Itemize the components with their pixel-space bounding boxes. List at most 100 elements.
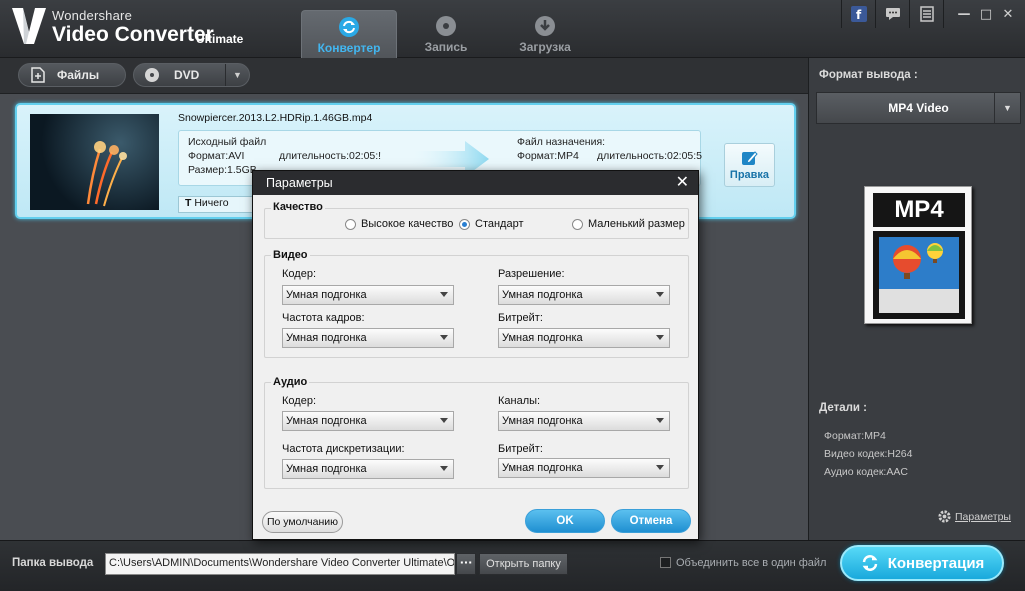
output-format-select[interactable]: MP4 Video ▼ bbox=[816, 92, 1021, 124]
dialog-title: Параметры bbox=[253, 171, 698, 195]
thumbnail-image bbox=[86, 141, 127, 207]
title-bar: Wondershare Video Converter Ultimate Кон… bbox=[0, 0, 1025, 58]
chat-icon[interactable] bbox=[875, 0, 909, 28]
tab-record[interactable]: Запись bbox=[398, 10, 494, 58]
detail-audio-codec: Аудио кодек:AAC bbox=[824, 466, 908, 478]
output-path-field[interactable]: C:\Users\ADMIN\Documents\Wondershare Vid… bbox=[105, 553, 455, 575]
tab-label: Конвертер bbox=[317, 41, 381, 55]
cancel-button[interactable]: Отмена bbox=[611, 509, 691, 533]
tab-label: Запись bbox=[424, 40, 468, 54]
chevron-down-icon bbox=[440, 466, 448, 471]
facebook-icon[interactable]: f bbox=[841, 0, 875, 28]
chevron-down-icon bbox=[656, 418, 664, 423]
radio-icon bbox=[572, 218, 583, 230]
add-file-icon bbox=[31, 67, 45, 83]
merge-checkbox[interactable] bbox=[660, 557, 671, 568]
close-icon[interactable]: ✕ bbox=[997, 0, 1019, 28]
bottom-bar: Папка вывода C:\Users\ADMIN\Documents\Wo… bbox=[0, 540, 1025, 591]
subtitle-icon: T bbox=[185, 197, 195, 209]
channels-select[interactable]: Умная подгонка bbox=[498, 411, 670, 431]
reset-default-button[interactable]: По умолчанию bbox=[262, 511, 343, 533]
edit-icon bbox=[741, 151, 758, 165]
maximize-icon[interactable]: □ bbox=[975, 0, 997, 28]
audio-group: Аудио Кодер: Умная подгонка Каналы: Умна… bbox=[264, 376, 689, 489]
chevron-down-icon bbox=[656, 465, 664, 470]
close-icon[interactable]: ✕ bbox=[676, 172, 689, 191]
merge-label: Объединить все в один файл bbox=[676, 557, 827, 569]
format-icon-text: MP4 bbox=[873, 193, 965, 227]
video-codec-select[interactable]: Умная подгонка bbox=[282, 285, 454, 305]
load-dvd-label: DVD bbox=[174, 68, 200, 82]
brand-edition: Ultimate bbox=[196, 32, 244, 46]
settings-dialog: Параметры ✕ Качество Высокое качество Ст… bbox=[252, 170, 699, 540]
video-group: Видео Кодер: Умная подгонка Разрешение: … bbox=[264, 249, 689, 358]
separator bbox=[943, 0, 953, 28]
tab-label: Загрузка bbox=[519, 40, 571, 54]
browse-button[interactable]: ··· bbox=[456, 553, 476, 575]
tab-converter[interactable]: Конвертер bbox=[301, 10, 397, 58]
framerate-label: Частота кадров: bbox=[282, 312, 365, 324]
ok-button[interactable]: OK bbox=[525, 509, 605, 533]
disc-icon bbox=[436, 16, 456, 36]
format-preview: MP4 bbox=[864, 186, 972, 324]
dest-duration: длительность:02:05:5 bbox=[597, 150, 703, 162]
quality-high-radio[interactable]: Высокое качество bbox=[345, 218, 453, 230]
brand-vendor: Wondershare bbox=[52, 8, 133, 23]
settings-link[interactable]: Параметры bbox=[955, 511, 1011, 523]
dest-format: Формат:MP4 bbox=[517, 150, 579, 162]
toolbar: Файлы DVD ▼ bbox=[0, 58, 808, 94]
edit-button[interactable]: Правка bbox=[724, 143, 775, 187]
film-balloon-icon bbox=[873, 231, 965, 319]
output-format-label: Формат вывода : bbox=[819, 69, 918, 81]
quality-group: Качество Высокое качество Стандарт Мален… bbox=[264, 201, 689, 239]
top-right-controls: f — □ ✕ bbox=[841, 0, 1025, 28]
minimize-icon[interactable]: — bbox=[953, 0, 975, 28]
gear-icon[interactable] bbox=[937, 509, 952, 524]
wondershare-logo-icon bbox=[12, 8, 46, 44]
chevron-down-icon[interactable]: ▼ bbox=[994, 93, 1020, 123]
video-codec-label: Кодер: bbox=[282, 268, 316, 280]
radio-label: Высокое качество bbox=[361, 218, 454, 230]
load-dvd-button[interactable]: DVD ▼ bbox=[133, 63, 250, 87]
select-value: Умная подгонка bbox=[286, 463, 367, 475]
quality-standard-radio[interactable]: Стандарт bbox=[459, 218, 524, 230]
audio-bitrate-select[interactable]: Умная подгонка bbox=[498, 458, 670, 478]
add-files-button[interactable]: Файлы bbox=[18, 63, 126, 87]
dest-title: Файл назначения: bbox=[517, 136, 606, 148]
chevron-down-icon[interactable]: ▼ bbox=[225, 64, 249, 86]
details-label: Детали : bbox=[819, 402, 868, 414]
convert-button[interactable]: Конвертация bbox=[840, 545, 1004, 581]
channels-label: Каналы: bbox=[498, 395, 541, 407]
subtitle-select[interactable]: T Ничего bbox=[178, 196, 256, 213]
tab-download[interactable]: Загрузка bbox=[497, 10, 593, 58]
file-name: Snowpiercer.2013.L2.HDRip.1.46GB.mp4 bbox=[178, 112, 373, 124]
quality-title: Качество bbox=[271, 201, 325, 213]
select-value: Умная подгонка bbox=[502, 289, 583, 301]
select-value: Умная подгонка bbox=[502, 415, 583, 427]
source-size: Размер:1.5GB bbox=[188, 164, 257, 176]
chevron-down-icon bbox=[440, 292, 448, 297]
framerate-select[interactable]: Умная подгонка bbox=[282, 328, 454, 348]
svg-text:f: f bbox=[856, 8, 862, 22]
chevron-down-icon bbox=[656, 335, 664, 340]
audio-codec-select[interactable]: Умная подгонка bbox=[282, 411, 454, 431]
resolution-label: Разрешение: bbox=[498, 268, 565, 280]
chevron-down-icon bbox=[656, 292, 664, 297]
radio-label: Маленький размер bbox=[588, 218, 685, 230]
download-icon bbox=[535, 16, 555, 36]
samplerate-select[interactable]: Умная подгонка bbox=[282, 459, 454, 479]
video-bitrate-select[interactable]: Умная подгонка bbox=[498, 328, 670, 348]
edit-label: Правка bbox=[729, 169, 770, 181]
output-folder-label: Папка вывода bbox=[12, 557, 94, 569]
quality-small-radio[interactable]: Маленький размер bbox=[572, 218, 685, 230]
open-folder-button[interactable]: Открыть папку bbox=[479, 553, 568, 575]
convert-label: Конвертация bbox=[887, 554, 985, 572]
source-format: Формат:AVI bbox=[188, 150, 245, 162]
resolution-select[interactable]: Умная подгонка bbox=[498, 285, 670, 305]
subtitle-value: Ничего bbox=[194, 197, 229, 209]
detail-format: Формат:MP4 bbox=[824, 430, 886, 442]
menu-icon[interactable] bbox=[909, 0, 943, 28]
chevron-down-icon bbox=[440, 335, 448, 340]
dvd-icon bbox=[145, 68, 159, 82]
radio-icon bbox=[345, 218, 356, 230]
